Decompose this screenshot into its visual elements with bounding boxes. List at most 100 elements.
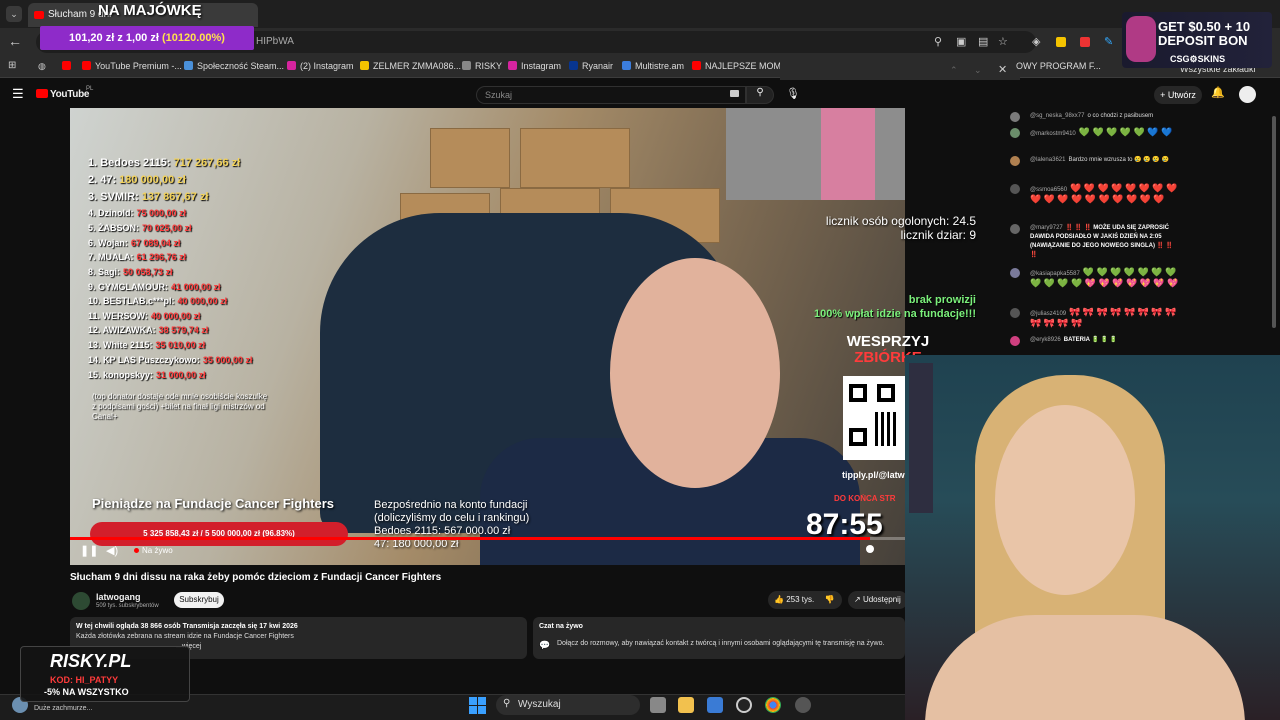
chat-username: @kasiapapka5587 xyxy=(1030,271,1080,277)
ranking-amount: 38 579,74 zł xyxy=(158,325,209,335)
region-label: PL xyxy=(86,86,94,92)
like-count: 253 tys. xyxy=(786,595,815,604)
bookmark-label: Ryanair xyxy=(582,61,614,71)
microphone-icon[interactable]: 🎙 xyxy=(786,87,800,100)
account-avatar[interactable] xyxy=(1239,86,1256,103)
ad-line-2: DEPOSIT BON xyxy=(1158,33,1248,48)
fundraiser-progress-bar: 5 325 858,43 zł / 5 500 000,00 zł (96.83… xyxy=(90,522,348,546)
tab-list-button[interactable]: ⌄ xyxy=(6,6,22,22)
settings-gear-icon[interactable] xyxy=(795,697,811,713)
bookmark-label: YouTube Premium -... xyxy=(95,61,182,71)
chrome-icon[interactable] xyxy=(765,697,781,713)
ranking-amount: 35 010,00 zł xyxy=(155,340,206,350)
install-icon[interactable]: ▣ xyxy=(956,35,966,48)
show-more-link[interactable]: ...więcej xyxy=(176,642,521,652)
chat-message: @lalena3621 Bardzo mnie wzrusza to 😢 😢 😢 … xyxy=(1010,156,1180,166)
sponsor-logo: RISKY.PL xyxy=(50,651,132,671)
bookmark-item[interactable]: ZELMER ZMMA086... xyxy=(360,61,461,71)
ranking-amount: 50 058,73 zł xyxy=(123,267,173,277)
chat-avatar xyxy=(1010,268,1020,278)
thumb-down-icon[interactable]: 👎 xyxy=(824,595,834,604)
ranking-amount: 41 000,00 zł xyxy=(171,282,221,292)
chat-message: @mary9727 ‼️ ‼️ ‼️ MOŻE UDA SIĘ ZAPROSIĆ … xyxy=(1010,224,1180,260)
pause-icon[interactable]: ❚❚ xyxy=(80,544,98,557)
balance-sep: z xyxy=(117,32,123,44)
thumb-up-icon: 👍 xyxy=(774,595,784,604)
search-icon[interactable]: ⚲ xyxy=(746,86,774,104)
search-input[interactable]: Szukaj xyxy=(476,86,746,104)
ranking-name: 2. 47: xyxy=(88,174,117,186)
start-tile xyxy=(478,697,486,705)
ranking-row: 15. konopskyy: 31 000,00 zł xyxy=(88,370,206,380)
zoom-icon[interactable]: ⚲ xyxy=(934,35,942,48)
chat-username: @eryk8926 xyxy=(1030,337,1061,343)
chat-scrollbar[interactable] xyxy=(1272,116,1276,328)
ranking-row: 7. MUALA: 61 296,76 zł xyxy=(88,252,186,262)
extension-red-icon[interactable] xyxy=(1080,37,1090,47)
back-arrow-icon[interactable]: ← xyxy=(8,33,22,49)
ranking-amount: 137 867,67 zł xyxy=(141,191,209,203)
find-close-icon[interactable]: ✕ xyxy=(998,63,1007,76)
keyboard-icon[interactable] xyxy=(730,90,739,97)
apps-grid-icon[interactable]: ⊞ xyxy=(8,60,16,71)
bookmark-item[interactable] xyxy=(62,61,75,71)
bookmark-item[interactable]: OWY PROGRAM F... xyxy=(1016,61,1101,71)
chat-bubble-icon: 💬 xyxy=(539,640,551,650)
ranking-row: 11. WERSOW: 40 000,00 zł xyxy=(88,311,200,321)
youtube-logo[interactable]: YouTube xyxy=(36,89,90,100)
share-button[interactable]: ↗ Udostępnij xyxy=(848,591,908,609)
stream-overlay-title: NA MAJÓWKĘ xyxy=(98,2,202,19)
chat-avatar xyxy=(1010,112,1020,122)
task-view-icon[interactable] xyxy=(650,697,666,713)
globe-icon[interactable]: ◍ xyxy=(38,61,46,72)
like-button[interactable]: 👍 253 tys. 👎 xyxy=(768,591,842,609)
bookmark-item[interactable]: Multistre.am xyxy=(622,61,684,71)
ranking-row: 14. KP LAS Puszczykowo: 35 000,00 zł xyxy=(88,355,252,365)
notifications-bell-icon[interactable]: 🔔 xyxy=(1211,86,1225,99)
bookmark-item[interactable]: Ryanair xyxy=(569,61,613,71)
chat-message: @kasiapapka5587 💚 💚 💚 💚 💚 💚 💚 💚 💚 💚 💚 💖 💖… xyxy=(1010,268,1180,290)
reader-icon[interactable]: ▤ xyxy=(978,35,988,48)
video-title: Słucham 9 dni dissu na raka żeby pomóc d… xyxy=(70,572,442,583)
donation-qr-code[interactable] xyxy=(843,376,905,460)
windows-start-icon[interactable] xyxy=(469,697,487,715)
ranking-name: 12. AWIZAWKA: xyxy=(88,325,156,335)
share-label: Udostępnij xyxy=(862,595,901,604)
ad-line-1: GET $0.50 + 10 xyxy=(1158,19,1251,34)
taskbar-search-input[interactable]: Wyszukaj xyxy=(496,695,640,715)
obs-icon[interactable] xyxy=(736,697,752,713)
direct-donations-note: Bezpośrednio na konto fundacji (doliczyl… xyxy=(374,499,529,551)
channel-avatar[interactable] xyxy=(72,592,90,610)
weather-text[interactable]: Duże zachmurze... xyxy=(34,705,92,712)
hamburger-menu-icon[interactable]: ☰ xyxy=(12,86,24,102)
extension-icon[interactable]: ◈ xyxy=(1032,35,1040,48)
channel-name[interactable]: latwogang xyxy=(96,592,141,602)
view-stats: W tej chwili ogląda 38 866 osób Transmis… xyxy=(76,623,298,630)
bookmark-item[interactable]: RISKY xyxy=(462,61,502,71)
extension-blue-icon[interactable]: ✎ xyxy=(1104,35,1113,48)
volume-icon[interactable]: ◀) xyxy=(106,544,118,557)
find-next-icon[interactable]: ⌄ xyxy=(974,65,982,76)
live-chat-box[interactable]: Czat na żywo Dołącz do rozmowy, aby nawi… xyxy=(533,617,905,659)
extension-yellow-icon[interactable] xyxy=(1056,37,1066,47)
live-indicator[interactable]: Na żywo xyxy=(134,546,173,555)
bookmark-item[interactable]: Instagram xyxy=(508,61,561,71)
seek-knob[interactable] xyxy=(866,545,874,553)
ranking-row: 10. BESTLAB.c***pl: 40 000,00 zł xyxy=(88,296,227,306)
chat-text: BATERIA 🔋 🔋 🔋 xyxy=(1063,337,1118,343)
bookmark-item[interactable]: Społeczność Steam... xyxy=(184,61,284,71)
chat-avatar xyxy=(1010,128,1020,138)
ad-headline: GET $0.50 + 10 DEPOSIT BON xyxy=(1158,20,1250,48)
bookmark-item[interactable]: (2) Instagram xyxy=(287,61,354,71)
file-explorer-icon[interactable] xyxy=(678,697,694,713)
find-prev-icon[interactable]: ⌃ xyxy=(950,65,958,76)
bookmark-item[interactable]: YouTube Premium -... xyxy=(82,61,182,71)
ranking-row: 6. Wojan: 67 089,04 zł xyxy=(88,238,180,248)
create-button[interactable]: + Utwórz xyxy=(1154,86,1202,104)
chat-avatar xyxy=(1010,224,1020,234)
bookmark-star-icon[interactable]: ☆ xyxy=(998,35,1008,48)
ranking-amount: 717 267,66 zł xyxy=(173,157,241,169)
create-label: Utwórz xyxy=(1167,90,1196,100)
subscribe-button[interactable]: Subskrybuj xyxy=(174,592,224,608)
store-icon[interactable] xyxy=(707,697,723,713)
